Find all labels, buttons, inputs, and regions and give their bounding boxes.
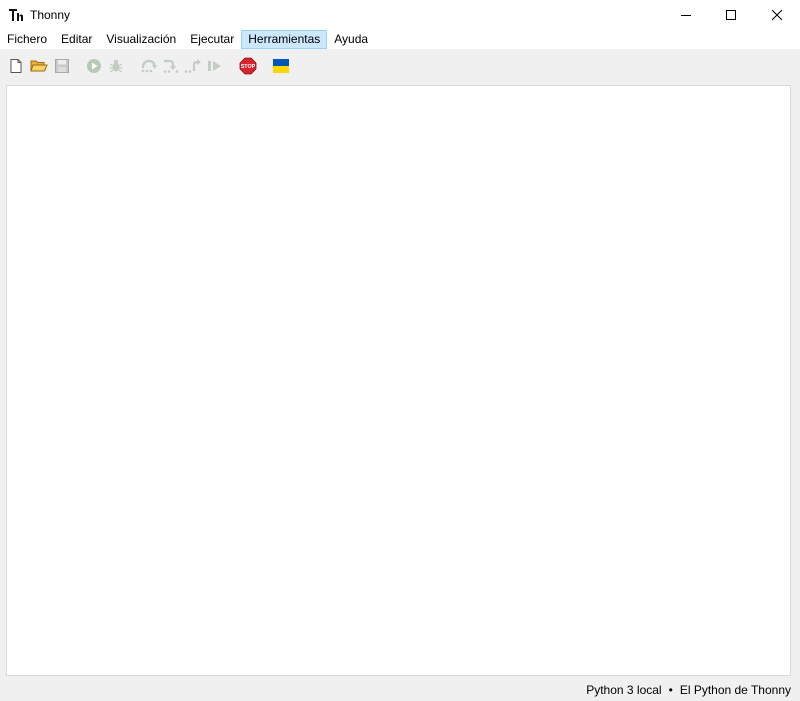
menu-ayuda[interactable]: Ayuda bbox=[327, 30, 375, 49]
menu-herramientas[interactable]: Herramientas bbox=[241, 30, 328, 49]
minimize-icon bbox=[681, 15, 691, 16]
interpreter-name: Python 3 local bbox=[586, 683, 662, 697]
menu-ejecutar[interactable]: Ejecutar bbox=[183, 30, 241, 49]
new-file-icon bbox=[10, 59, 22, 73]
stop-icon-label: STOP bbox=[241, 64, 256, 70]
resume-button[interactable] bbox=[206, 57, 224, 75]
close-icon bbox=[771, 9, 783, 21]
ukraine-flag-icon bbox=[273, 59, 289, 73]
maximize-icon bbox=[726, 10, 736, 20]
debug-icon bbox=[109, 59, 123, 73]
minimize-button[interactable] bbox=[663, 0, 709, 30]
menu-fichero[interactable]: Fichero bbox=[0, 30, 54, 49]
new-file-button[interactable] bbox=[7, 57, 25, 75]
step-out-icon bbox=[184, 59, 201, 73]
menu-bar: Fichero Editar Visualización Ejecutar He… bbox=[0, 30, 800, 49]
status-separator: • bbox=[668, 683, 673, 697]
close-button[interactable] bbox=[754, 0, 800, 30]
debug-button[interactable] bbox=[107, 57, 125, 75]
step-into-button[interactable] bbox=[162, 57, 180, 75]
step-into-icon bbox=[163, 59, 179, 73]
run-icon bbox=[87, 59, 101, 73]
step-out-button[interactable] bbox=[184, 57, 202, 75]
editor-area[interactable] bbox=[6, 85, 791, 676]
ukraine-support-button[interactable] bbox=[272, 57, 290, 75]
resume-icon bbox=[208, 61, 221, 71]
status-bar: Python 3 local • El Python de Thonny bbox=[0, 679, 800, 701]
step-over-icon bbox=[141, 59, 157, 73]
save-button[interactable] bbox=[53, 57, 71, 75]
menu-visualizacion[interactable]: Visualización bbox=[99, 30, 183, 49]
title-bar: Thonny bbox=[0, 0, 800, 30]
maximize-button[interactable] bbox=[708, 0, 754, 30]
open-folder-icon bbox=[30, 60, 48, 72]
open-file-button[interactable] bbox=[30, 57, 48, 75]
environment-name: El Python de Thonny bbox=[679, 683, 791, 697]
run-button[interactable] bbox=[85, 57, 103, 75]
stop-icon: STOP bbox=[239, 57, 257, 75]
save-icon bbox=[55, 59, 69, 73]
toolbar: STOP bbox=[0, 49, 800, 84]
interpreter-selector[interactable]: Python 3 local • El Python de Thonny bbox=[586, 683, 791, 697]
step-over-button[interactable] bbox=[140, 57, 158, 75]
window-title: Thonny bbox=[30, 8, 71, 22]
stop-button[interactable]: STOP bbox=[239, 57, 257, 75]
thonny-logo-icon bbox=[8, 7, 24, 23]
menu-editar[interactable]: Editar bbox=[54, 30, 99, 49]
